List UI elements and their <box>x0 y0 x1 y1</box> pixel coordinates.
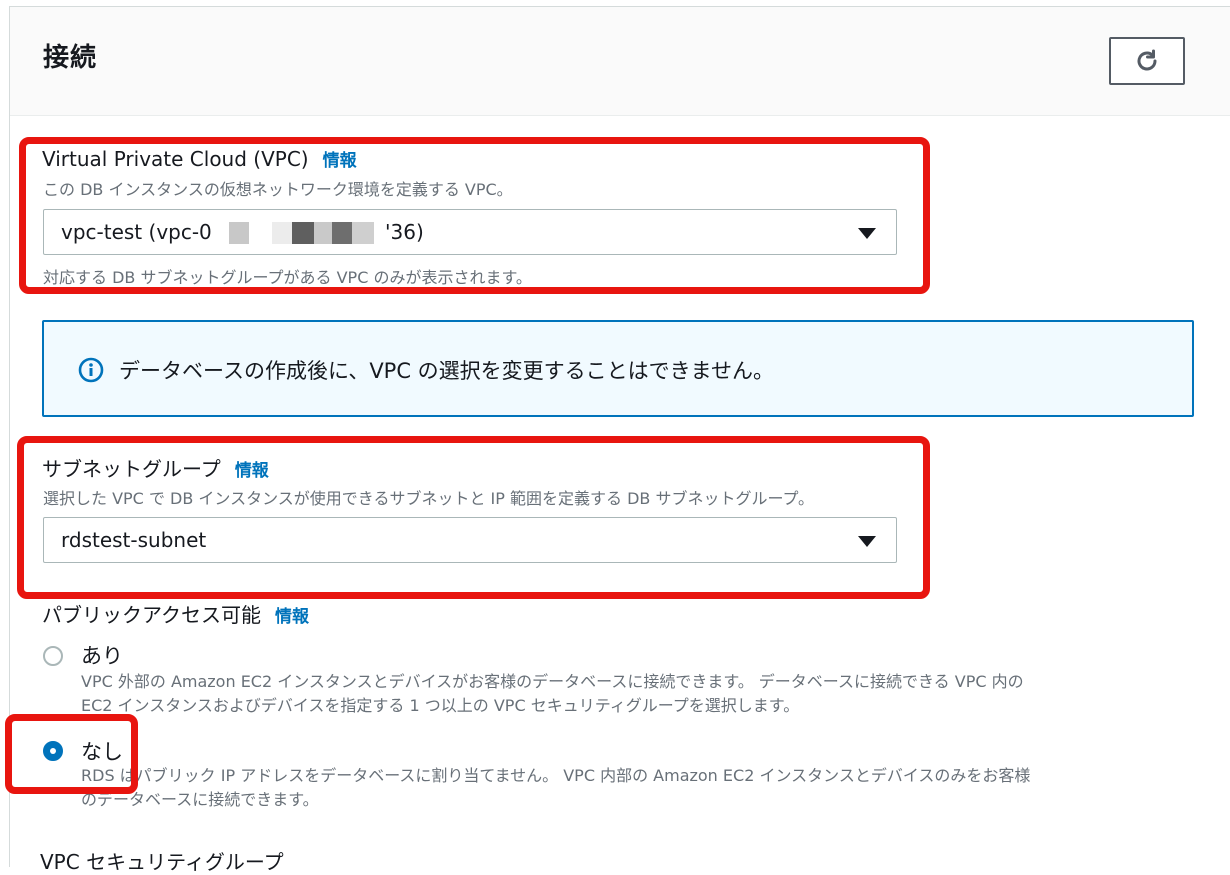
vpc-label-text: Virtual Private Cloud (VPC) <box>42 147 309 171</box>
redacted-block <box>314 222 332 244</box>
subnet-label-text: サブネットグループ <box>42 457 221 481</box>
radio-public-yes-desc-2: EC2 インスタンスおよびデバイスを指定する 1 つ以上の VPC セキュリティ… <box>81 696 800 715</box>
radio-public-yes[interactable] <box>43 646 63 666</box>
info-alert: データベースの作成後に、VPC の選択を変更することはできません。 <box>42 320 1194 417</box>
alert-text: データベースの作成後に、VPC の選択を変更することはできません。 <box>119 359 775 383</box>
section-title: 接続 <box>43 43 98 73</box>
refresh-button[interactable] <box>1109 37 1185 85</box>
connectivity-panel: 接続 <box>9 6 1230 867</box>
public-access-info-link[interactable]: 情報 <box>275 607 309 627</box>
vpc-hint: 対応する DB サブネットグループがある VPC のみが表示されます。 <box>43 268 532 287</box>
vpc-description: この DB インスタンスの仮想ネットワーク環境を定義する VPC。 <box>43 180 513 199</box>
radio-public-no-label[interactable]: なし <box>81 736 123 766</box>
chevron-down-icon <box>858 536 876 547</box>
radio-public-no-desc-1: RDS はパブリック IP アドレスをデータベースに割り当てません。 VPC 内… <box>81 766 1031 785</box>
vpc-select-value: vpc-test (vpc-0 <box>61 220 212 244</box>
subnet-select-value: rdstest-subnet <box>61 528 207 552</box>
info-circle-icon <box>78 357 104 383</box>
radio-public-yes-label[interactable]: あり <box>81 640 123 670</box>
refresh-icon <box>1137 49 1157 71</box>
subnet-field-label: サブネットグループ 情報 <box>42 453 269 482</box>
redacted-block <box>229 222 249 244</box>
radio-public-yes-desc-1: VPC 外部の Amazon EC2 インスタンスとデバイスがお客様のデータベー… <box>81 672 1024 691</box>
public-access-label: パブリックアクセス可能 情報 <box>42 599 309 628</box>
vpc-info-link[interactable]: 情報 <box>323 151 357 171</box>
radio-public-no-desc-2: のデータベースに接続できます。 <box>81 790 319 809</box>
radio-public-no[interactable] <box>43 741 63 761</box>
vpc-value-prefix: vpc-test (vpc-0 <box>61 220 212 244</box>
redacted-block <box>332 222 352 244</box>
redacted-block <box>272 222 292 244</box>
vpc-security-group-label: VPC セキュリティグループ <box>40 850 284 874</box>
vpc-field-label: Virtual Private Cloud (VPC) 情報 <box>42 146 357 171</box>
chevron-down-icon <box>858 228 876 239</box>
redacted-block <box>292 222 314 244</box>
redacted-block <box>352 222 374 244</box>
vpc-value-suffix: '36) <box>385 220 424 244</box>
subnet-select[interactable]: rdstest-subnet <box>43 517 897 563</box>
public-access-label-text: パブリックアクセス可能 <box>42 603 261 627</box>
vpc-select[interactable]: vpc-test (vpc-0 '36) <box>43 209 897 255</box>
subnet-info-link[interactable]: 情報 <box>235 461 269 481</box>
subnet-description: 選択した VPC で DB インスタンスが使用できるサブネットと IP 範囲を定… <box>43 489 815 508</box>
panel-header: 接続 <box>10 7 1230 116</box>
